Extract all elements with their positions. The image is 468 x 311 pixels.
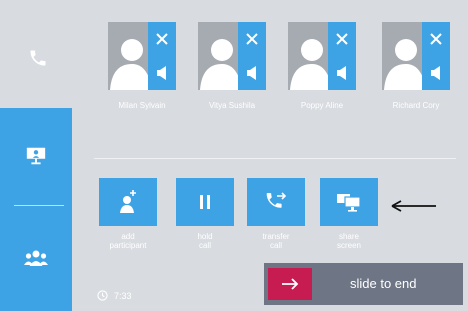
participant-name: Poppy Aline xyxy=(300,101,344,110)
slide-to-end-label: slide to end xyxy=(350,276,417,291)
call-duration: 7:33 xyxy=(114,290,132,301)
transfer-call-button[interactable] xyxy=(247,178,305,226)
phone-icon xyxy=(30,50,46,66)
pointer-arrow-icon xyxy=(390,198,438,219)
remove-participant-button[interactable] xyxy=(328,22,356,56)
mute-participant-button[interactable] xyxy=(238,56,266,90)
close-icon xyxy=(430,33,442,45)
slide-to-end-handle[interactable] xyxy=(268,268,312,300)
participant-name: Richard Cory xyxy=(392,101,440,110)
avatar xyxy=(382,22,422,90)
clock-icon xyxy=(97,290,108,301)
mute-participant-button[interactable] xyxy=(422,56,450,90)
participant-tile xyxy=(198,22,266,90)
hold-call-button[interactable] xyxy=(176,178,234,226)
participant-tile xyxy=(382,22,450,90)
avatar xyxy=(108,22,148,90)
sidebar-active-section xyxy=(0,108,72,311)
sidebar-item-phone[interactable] xyxy=(24,44,52,72)
add-participant-button[interactable] xyxy=(99,178,157,226)
video-conference-icon xyxy=(26,147,46,165)
share-screen-button[interactable] xyxy=(320,178,378,226)
participant-name: Vitya Sushila xyxy=(208,101,256,110)
person-silhouette-icon xyxy=(290,39,328,90)
call-panel: Milan Sylvain Vitya Sushila Poppy Aline … xyxy=(72,0,468,311)
person-silhouette-icon xyxy=(110,39,148,90)
remove-participant-button[interactable] xyxy=(148,22,176,56)
section-divider xyxy=(94,158,456,159)
participant-tile xyxy=(288,22,356,90)
phone-forward-icon xyxy=(266,192,287,208)
remove-participant-button[interactable] xyxy=(422,22,450,56)
speaker-icon xyxy=(157,66,166,80)
add-person-icon xyxy=(120,190,136,213)
sidebar-item-group[interactable] xyxy=(21,245,51,273)
mute-participant-button[interactable] xyxy=(148,56,176,90)
close-icon xyxy=(336,33,348,45)
pause-icon xyxy=(200,195,210,209)
sidebar xyxy=(0,0,72,311)
monitors-icon xyxy=(337,194,361,212)
group-icon xyxy=(24,250,48,266)
person-silhouette-icon xyxy=(200,39,238,90)
participant-tile xyxy=(108,22,176,90)
slide-to-end-track[interactable]: slide to end xyxy=(264,263,463,305)
avatar xyxy=(288,22,328,90)
close-icon xyxy=(156,33,168,45)
action-label: hold call xyxy=(197,232,213,250)
speaker-icon xyxy=(337,66,346,80)
action-label: add participant xyxy=(109,232,147,250)
participant-name: Milan Sylvain xyxy=(118,101,166,110)
action-label: share screen xyxy=(336,232,361,250)
action-label: transfer call xyxy=(262,232,290,250)
avatar xyxy=(198,22,238,90)
person-silhouette-icon xyxy=(384,39,422,90)
sidebar-phone-section xyxy=(0,0,72,108)
speaker-icon xyxy=(247,66,256,80)
mute-participant-button[interactable] xyxy=(328,56,356,90)
sidebar-divider xyxy=(14,205,64,206)
close-icon xyxy=(246,33,258,45)
arrow-right-icon xyxy=(282,278,299,290)
speaker-icon xyxy=(431,66,440,80)
remove-participant-button[interactable] xyxy=(238,22,266,56)
sidebar-item-video-conference[interactable] xyxy=(22,142,50,170)
call-timer: 7:33 xyxy=(97,290,132,301)
